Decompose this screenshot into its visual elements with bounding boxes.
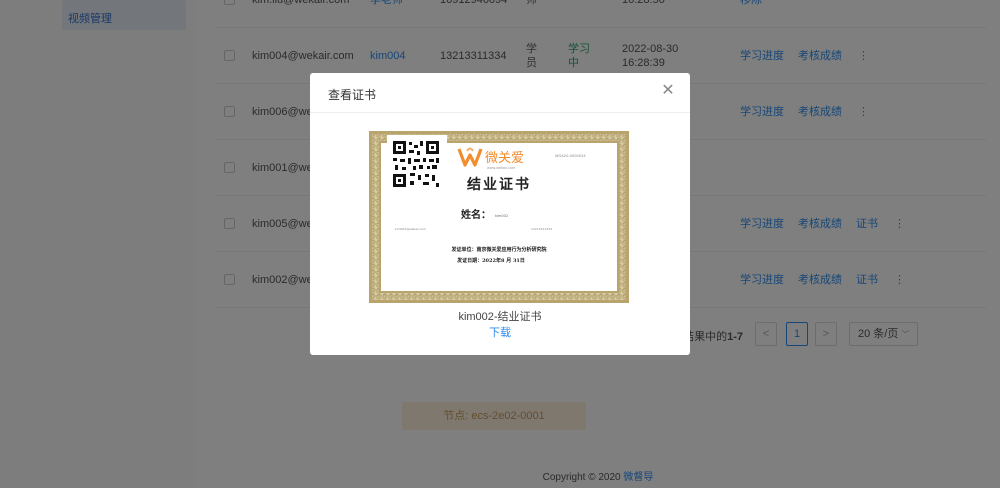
close-icon[interactable]: ✕	[660, 83, 676, 99]
modal-title: 查看证书	[328, 88, 377, 102]
cert-name-value: kim002	[495, 214, 508, 218]
download-link[interactable]: 下载	[310, 324, 690, 340]
cert-heading: 结业证书	[467, 176, 531, 193]
certificate-modal: 查看证书 ✕ 微关爱 www.wekair.com WGA20-0000024 …	[310, 73, 690, 355]
cert-serial: WGA20-0000024	[555, 154, 586, 158]
cert-issuer: 发证单位：南京微关爱应用行为分析研究院	[450, 246, 546, 253]
modal-header: 查看证书 ✕	[310, 73, 690, 113]
svg-text:微关爱: 微关爱	[485, 151, 524, 166]
qr-code-icon	[387, 135, 447, 193]
cert-name-label: 姓名：	[460, 208, 491, 221]
cert-phone: 13213311334	[531, 227, 552, 231]
cert-email: kim002@wekair.com	[395, 227, 426, 231]
certificate-image: 微关爱 www.wekair.com WGA20-0000024 结业证书 姓名…	[369, 131, 629, 303]
cert-issue-date: 发证日期：2022年8 月 31日	[456, 257, 525, 264]
svg-text:www.wekair.com: www.wekair.com	[487, 166, 516, 170]
certificate-caption: kim002-结业证书	[458, 311, 542, 323]
